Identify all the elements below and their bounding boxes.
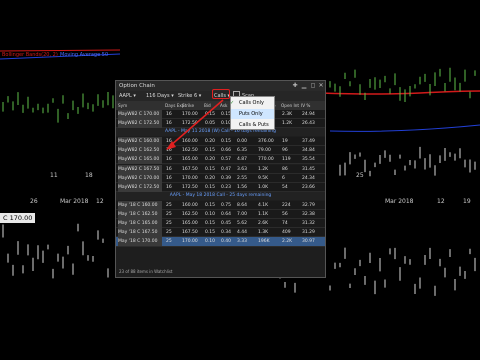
annotation-arrow <box>166 99 224 150</box>
arrow-line <box>169 99 224 147</box>
